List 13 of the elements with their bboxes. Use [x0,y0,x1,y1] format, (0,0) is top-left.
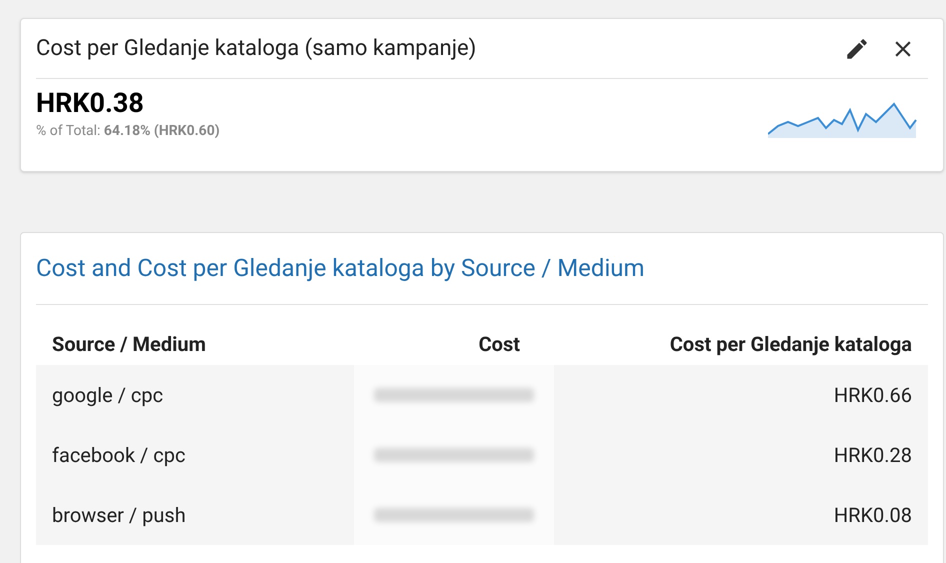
table-cell-text: google / cpc [51,382,164,409]
table-cell-text: facebook / cpc [51,442,186,469]
card-title: Cost per Gledanje kataloga (samo kampanje) [36,35,476,63]
percent-of-total: % of Total: 64.18% (HRK0.60) [36,122,220,141]
table-title: Cost and Cost per Gledanje kataloga by Source / Medium [36,253,645,284]
column-header: Cost [478,331,520,358]
table-cell-text: HRK0.08 [832,502,913,529]
column-header: Cost per Gledanje kataloga [668,331,913,358]
table-cell-text: HRK0.66 [832,382,913,409]
table-cell-text: browser / push [51,502,187,529]
column-header: Source / Medium [51,331,207,358]
metric-value: HRK0.38 [36,86,145,121]
table-cell-text: HRK0.28 [832,442,913,469]
